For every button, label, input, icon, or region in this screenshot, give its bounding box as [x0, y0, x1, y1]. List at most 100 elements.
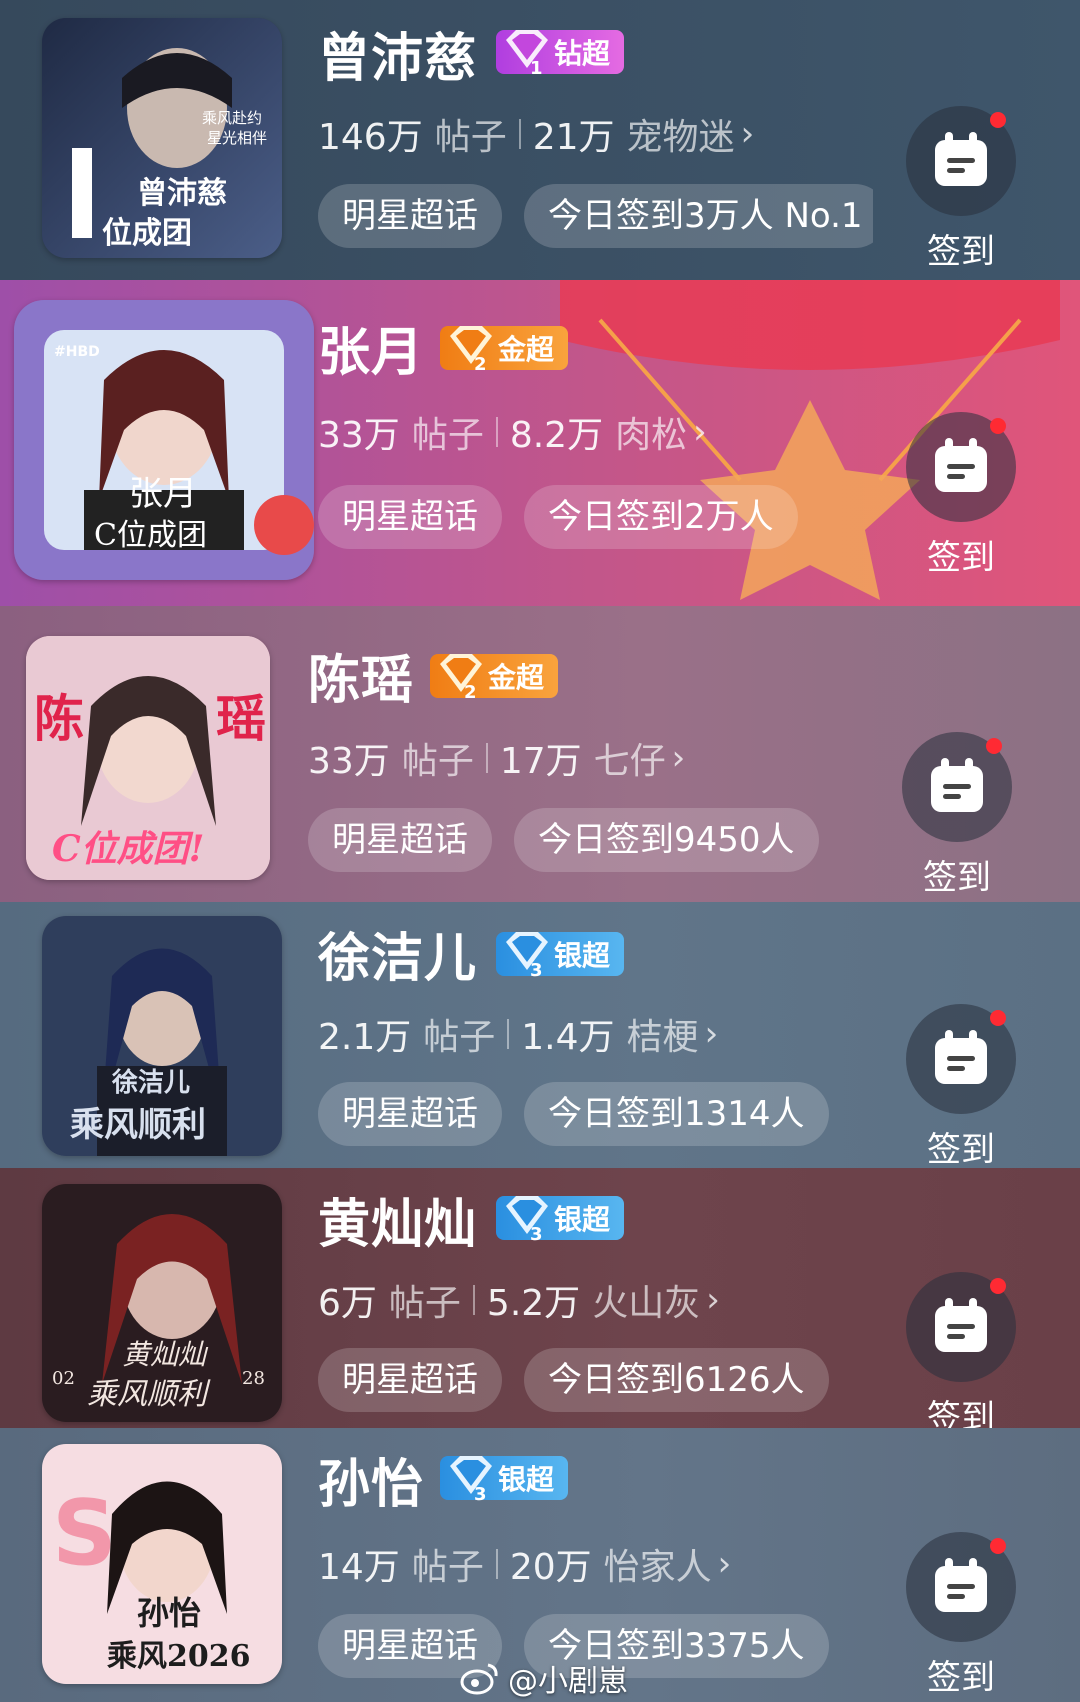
cover-subtitle: 乘风顺利 — [70, 1105, 206, 1145]
diamond-icon: 3 — [506, 932, 548, 980]
star-name[interactable]: 徐洁儿 — [318, 916, 477, 991]
calendar-icon — [935, 1298, 987, 1352]
star-name[interactable]: 张月 — [318, 310, 424, 385]
fans-count: 20万 — [509, 1547, 592, 1588]
category-chip[interactable]: 明星超话 — [308, 808, 492, 872]
calendar-icon — [935, 1558, 987, 1612]
posts-count: 146万 — [318, 117, 423, 158]
cover-image[interactable]: 黄灿灿 乘风顺利 02 28 — [42, 1184, 282, 1422]
chip-row: 明星超话 今日签到2万人 — [318, 485, 873, 549]
chevron-right-icon[interactable]: › — [693, 412, 707, 452]
topic-card[interactable]: 陈 瑶 C位成团! 陈瑶 2 金超 33万 帖子 17万 七仔 › 明星超话 今… — [0, 606, 1080, 902]
supertopic-badge: 3 银超 — [496, 932, 625, 980]
checkin-label: 签到 — [927, 1658, 995, 1698]
svg-text:1: 1 — [530, 58, 543, 78]
topic-stats: 33万 帖子 8.2万 肉松 › — [318, 406, 707, 458]
svg-text:星光相伴: 星光相伴 — [207, 129, 267, 147]
cover-char-left: 陈 — [34, 690, 84, 748]
star-name[interactable]: 曾沛慈 — [318, 16, 477, 91]
topic-card[interactable]: #HBD 张月 C位成团 张月 2 金超 33万 帖子 8.2万 肉松 › 明星… — [0, 280, 1080, 606]
chip-row: 明星超话 今日签到3万人 No.1 — [318, 184, 873, 248]
fans-count: 21万 — [532, 117, 615, 158]
posts-count: 2.1万 — [318, 1017, 412, 1058]
fans-name[interactable]: 宠物迷 — [627, 108, 735, 160]
cover-subtitle: 乘风顺利 — [87, 1377, 211, 1412]
posts-unit: 帖子 — [434, 117, 507, 158]
chip-row: 明星超话 今日签到1314人 — [318, 1082, 873, 1146]
fans-count: 1.4万 — [521, 1017, 615, 1058]
checkin-count-chip[interactable]: 今日签到1314人 — [524, 1082, 829, 1146]
category-chip[interactable]: 明星超话 — [318, 1348, 502, 1412]
cover-image[interactable]: 陈 瑶 C位成团! — [26, 636, 270, 880]
checkin-button[interactable]: 签到 — [906, 1272, 1016, 1428]
badge-label: 银超 — [498, 1463, 555, 1496]
cover-title: 孙怡 — [137, 1594, 201, 1632]
topic-stats: 14万 帖子 20万 怡家人 › — [318, 1538, 731, 1590]
svg-text:28: 28 — [242, 1368, 265, 1389]
cover-title: 曾沛慈 — [137, 176, 227, 211]
chip-row: 明星超话 今日签到6126人 — [318, 1348, 873, 1412]
checkin-button[interactable]: 签到 — [906, 106, 1016, 272]
chevron-right-icon[interactable]: › — [718, 1544, 732, 1584]
diamond-icon: 1 — [506, 30, 548, 78]
posts-unit: 帖子 — [401, 741, 474, 782]
star-name[interactable]: 孙怡 — [318, 1442, 424, 1517]
topic-card[interactable]: 徐洁儿 乘风顺利 徐洁儿 3 银超 2.1万 帖子 1.4万 桔梗 › 明星超话… — [0, 902, 1080, 1168]
chevron-right-icon[interactable]: › — [705, 1014, 719, 1054]
category-chip[interactable]: 明星超话 — [318, 1082, 502, 1146]
notification-dot — [986, 738, 1002, 754]
topic-card[interactable]: 黄灿灿 乘风顺利 02 28 黄灿灿 3 银超 6万 帖子 5.2万 火山灰 ›… — [0, 1168, 1080, 1428]
svg-text:乘风赴约: 乘风赴约 — [202, 109, 262, 127]
posts-unit: 帖子 — [411, 1547, 484, 1588]
checkin-count-chip[interactable]: 今日签到9450人 — [514, 808, 819, 872]
fans-name[interactable]: 火山灰 — [592, 1274, 700, 1326]
cover-image[interactable]: #HBD 张月 C位成团 — [14, 300, 314, 580]
diamond-icon: 3 — [506, 1196, 548, 1244]
checkin-button[interactable]: 签到 — [906, 412, 1016, 578]
checkin-label: 签到 — [927, 1398, 995, 1428]
divider — [518, 119, 521, 149]
calendar-icon — [935, 132, 987, 186]
cover-image[interactable]: 曾沛慈 位成团 乘风赴约 星光相伴 — [42, 18, 282, 258]
cover-title: 张月 — [129, 474, 197, 514]
cover-image[interactable]: S 孙怡 乘风2026 — [42, 1444, 282, 1684]
checkin-count-chip[interactable]: 今日签到2万人 — [524, 485, 798, 549]
cover-title: C位成团! — [52, 828, 204, 870]
posts-unit: 帖子 — [388, 1283, 461, 1324]
posts-count: 6万 — [318, 1283, 377, 1324]
checkin-count-chip[interactable]: 今日签到6126人 — [524, 1348, 829, 1412]
badge-label: 银超 — [554, 1203, 611, 1236]
topic-stats: 146万 帖子 21万 宠物迷 › — [318, 108, 754, 160]
fans-name[interactable]: 七仔 — [594, 732, 666, 784]
checkin-count-chip[interactable]: 今日签到3万人 No.1 — [524, 184, 873, 248]
chevron-right-icon[interactable]: › — [741, 114, 755, 154]
checkin-label: 签到 — [927, 1130, 995, 1168]
category-chip[interactable]: 明星超话 — [318, 184, 502, 248]
cover-image[interactable]: 徐洁儿 乘风顺利 — [42, 916, 282, 1156]
notification-dot — [990, 1278, 1006, 1294]
diamond-icon: 3 — [450, 1456, 492, 1504]
star-name[interactable]: 陈瑶 — [308, 638, 414, 713]
star-name[interactable]: 黄灿灿 — [318, 1182, 477, 1257]
fans-name[interactable]: 怡家人 — [604, 1538, 712, 1590]
checkin-button[interactable]: 签到 — [902, 732, 1012, 898]
chevron-right-icon[interactable]: › — [672, 738, 686, 778]
chevron-right-icon[interactable]: › — [706, 1280, 720, 1320]
checkin-label: 签到 — [927, 232, 995, 272]
checkin-button[interactable]: 签到 — [906, 1004, 1016, 1168]
checkin-button[interactable]: 签到 — [906, 1532, 1016, 1698]
weibo-logo-icon — [460, 1663, 498, 1695]
cover-title: 徐洁儿 — [111, 1067, 190, 1098]
supertopic-badge: 3 银超 — [496, 1196, 625, 1244]
svg-text:3: 3 — [474, 1484, 487, 1504]
cover-subtitle: 位成团 — [102, 216, 192, 251]
notification-dot — [990, 418, 1006, 434]
topic-stats: 2.1万 帖子 1.4万 桔梗 › — [318, 1008, 718, 1060]
fans-name[interactable]: 桔梗 — [627, 1008, 699, 1060]
svg-text:2: 2 — [464, 682, 477, 702]
notification-dot — [990, 1538, 1006, 1554]
category-chip[interactable]: 明星超话 — [318, 485, 502, 549]
topic-stats: 33万 帖子 17万 七仔 › — [308, 732, 685, 784]
topic-card[interactable]: 曾沛慈 位成团 乘风赴约 星光相伴 曾沛慈 1 钻超 146万 帖子 21万 宠… — [0, 0, 1080, 280]
fans-name[interactable]: 肉松 — [615, 406, 687, 458]
